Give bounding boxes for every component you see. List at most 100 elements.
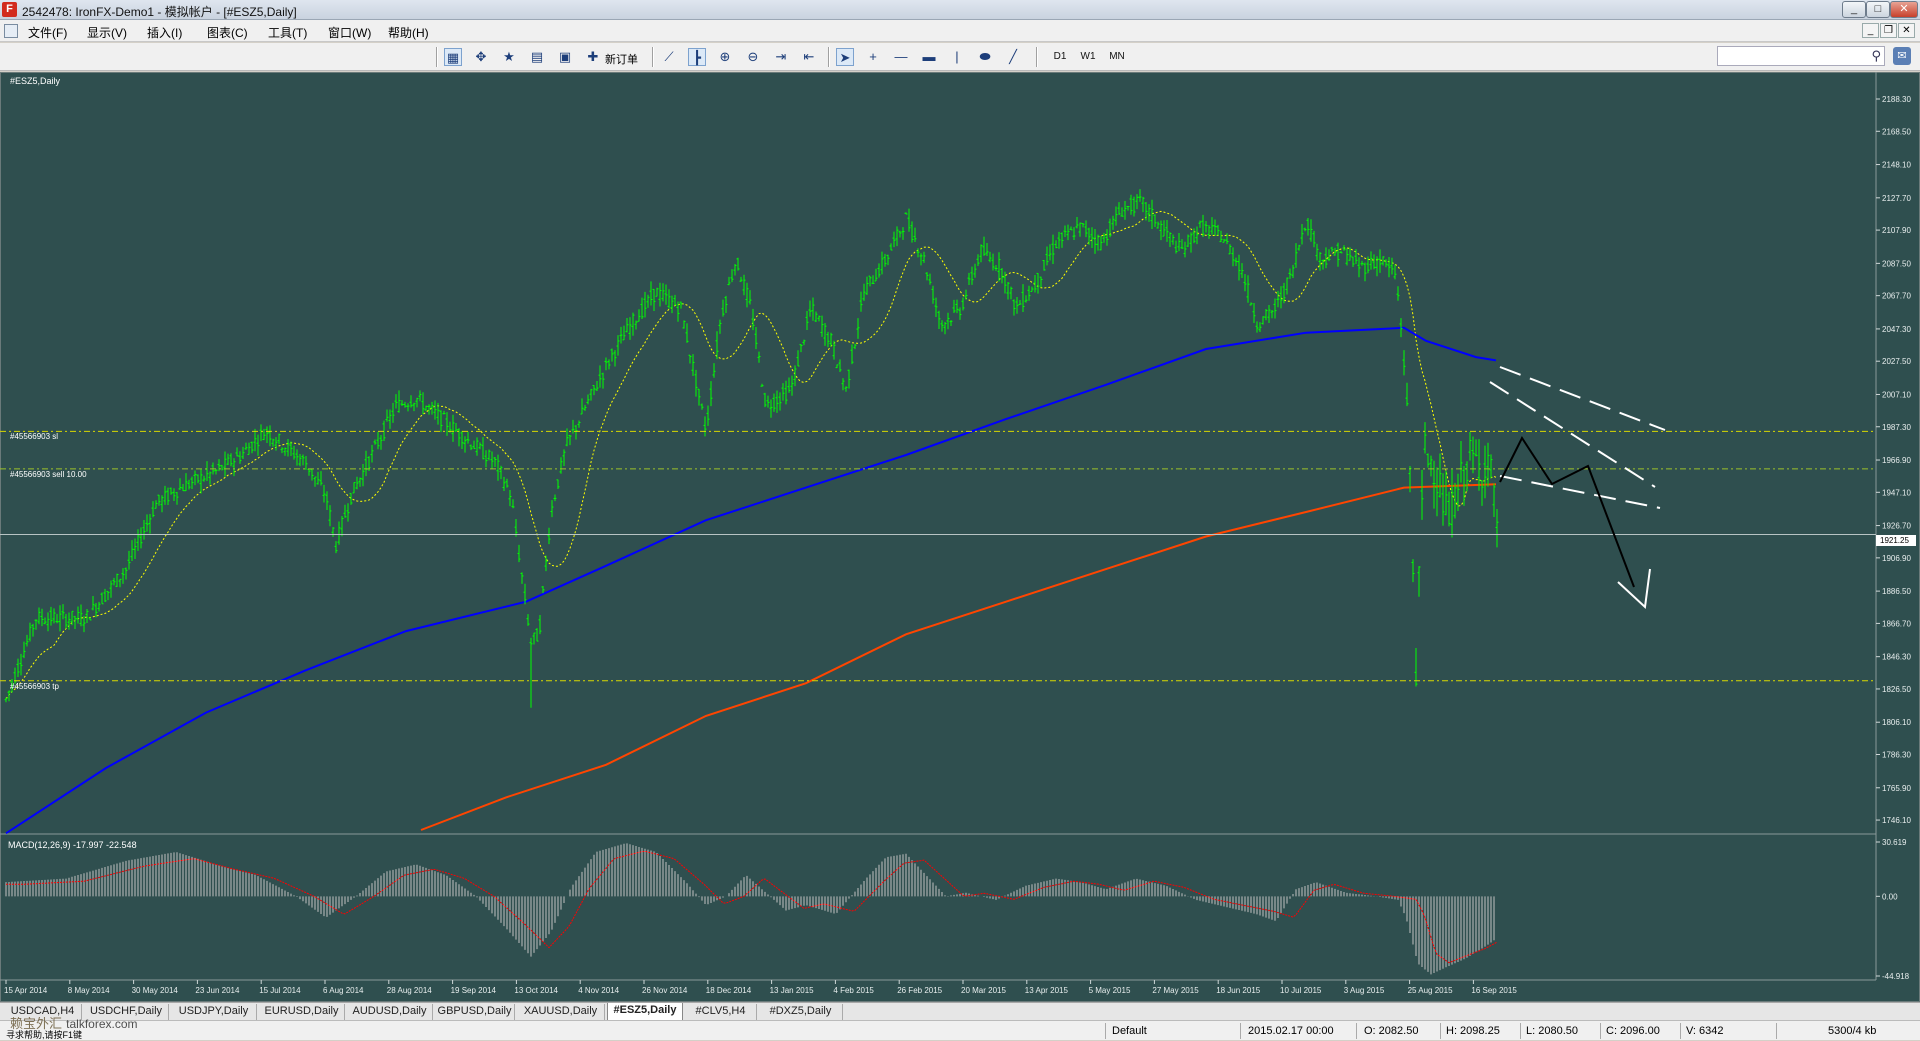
- price-tick-label: 1966.90: [1882, 456, 1911, 465]
- chat-icon[interactable]: ✉: [1893, 47, 1911, 65]
- mdi-close-button[interactable]: ✕: [1898, 23, 1915, 38]
- menu-file[interactable]: 文件(F): [28, 24, 67, 41]
- symbol-label: #ESZ5,Daily: [10, 76, 61, 86]
- date-tick-label: 30 May 2014: [132, 986, 179, 995]
- auto-scroll-icon[interactable]: ⇤: [800, 48, 818, 66]
- date-tick-label: 3 Aug 2015: [1344, 986, 1385, 995]
- ellipse-icon[interactable]: ⬬: [976, 48, 994, 66]
- cursor-icon[interactable]: ➤: [836, 48, 854, 66]
- new-chart-icon[interactable]: ▦: [444, 48, 462, 66]
- menu-view[interactable]: 显示(V): [87, 24, 127, 41]
- status-volume: V: 6342: [1686, 1025, 1724, 1037]
- tab-xauusd-daily[interactable]: XAUUSD,Daily: [517, 1004, 605, 1020]
- axes: 2188.30 2168.50 2148.10 2127.70 2107.90 2087.…: [4, 95, 1911, 995]
- price-bars: [4, 189, 1499, 708]
- projection-drawings[interactable]: [1489, 366, 1666, 610]
- date-tick-label: 28 Aug 2014: [387, 986, 432, 995]
- mdi-minimize-button[interactable]: _: [1862, 23, 1879, 38]
- menu-help[interactable]: 帮助(H): [388, 24, 429, 41]
- toolbar-separator: [436, 47, 438, 67]
- menu-window[interactable]: 窗口(W): [328, 24, 371, 41]
- price-tick-label: 1987.30: [1882, 423, 1911, 432]
- date-tick-label: 26 Nov 2014: [642, 986, 688, 995]
- status-datetime: 2015.02.17 00:00: [1248, 1025, 1334, 1037]
- price-tick-label: 2087.50: [1882, 259, 1911, 268]
- mdi-restore-button[interactable]: ❐: [1880, 23, 1897, 38]
- date-tick-label: 23 Jun 2014: [195, 986, 240, 995]
- market-watch-icon[interactable]: ★: [500, 48, 518, 66]
- ma-mid-line: [5, 326, 1497, 835]
- price-chart[interactable]: 2188.30 2168.50 2148.10 2127.70 2107.90 2087.…: [0, 72, 1920, 1002]
- zoom-out-icon[interactable]: ⊖: [744, 48, 762, 66]
- crosshair-profiles-icon[interactable]: ✥: [472, 48, 490, 66]
- price-tick-label: 1765.90: [1882, 784, 1911, 793]
- chart-window-icon[interactable]: [4, 24, 18, 38]
- menu-tools[interactable]: 工具(T): [268, 24, 307, 41]
- close-button[interactable]: ✕: [1890, 1, 1918, 18]
- tab-audusd-daily[interactable]: AUDUSD,Daily: [347, 1004, 433, 1020]
- order-lines[interactable]: [0, 430, 1876, 682]
- zoom-in-icon[interactable]: ⊕: [716, 48, 734, 66]
- price-tick-label: 2127.70: [1882, 194, 1911, 203]
- status-separator: [1440, 1023, 1441, 1039]
- date-tick-label: 13 Oct 2014: [514, 986, 558, 995]
- tab-usdjpy-daily[interactable]: USDJPY,Daily: [171, 1004, 257, 1020]
- price-tick-label: 2067.70: [1882, 292, 1911, 301]
- status-bar: 寻求帮助,请按F1键 Default 2015.02.17 00:00 O: 2…: [0, 1020, 1920, 1040]
- maximize-button[interactable]: □: [1866, 1, 1890, 18]
- price-tick-label: 1866.70: [1882, 619, 1911, 628]
- moving-averages: [5, 210, 1498, 835]
- watermark-en: talkforex.com: [66, 1017, 138, 1031]
- price-tick-label: 2107.90: [1882, 226, 1911, 235]
- timeframe-w1[interactable]: W1: [1078, 49, 1098, 65]
- tab-dxz5-daily[interactable]: #DXZ5,Daily: [759, 1004, 843, 1020]
- terminal-icon[interactable]: ▣: [556, 48, 574, 66]
- timeframe-mn[interactable]: MN: [1106, 49, 1128, 65]
- tab-clv5-h4[interactable]: #CLV5,H4: [685, 1004, 757, 1020]
- status-separator: [1356, 1023, 1357, 1039]
- menu-insert[interactable]: 插入(I): [147, 24, 182, 41]
- search-input[interactable]: ⚲: [1717, 46, 1885, 66]
- date-tick-label: 10 Jul 2015: [1280, 986, 1322, 995]
- status-separator: [1520, 1023, 1521, 1039]
- date-tick-label: 18 Dec 2014: [706, 986, 752, 995]
- price-tick-label: 1846.30: [1882, 653, 1911, 662]
- tab-eurusd-daily[interactable]: EURUSD,Daily: [259, 1004, 345, 1020]
- crosshair-icon[interactable]: +: [864, 48, 882, 66]
- date-tick-label: 20 Mar 2015: [961, 986, 1006, 995]
- chart-shift-icon[interactable]: ⇥: [772, 48, 790, 66]
- price-tick-label: 1806.10: [1882, 718, 1911, 727]
- tab-esz5-daily[interactable]: #ESZ5,Daily: [607, 1003, 683, 1021]
- status-separator: [1776, 1023, 1777, 1039]
- chart-grid: [0, 72, 1877, 981]
- bar-chart-icon[interactable]: ┣: [688, 48, 706, 66]
- navigator-icon[interactable]: ▤: [528, 48, 546, 66]
- toolbar-separator: [1036, 47, 1038, 67]
- macd-signal-line: [6, 850, 1498, 964]
- menu-charts[interactable]: 图表(C): [207, 24, 248, 41]
- date-tick-label: 25 Aug 2015: [1408, 986, 1453, 995]
- date-tick-label: 6 Aug 2014: [323, 986, 364, 995]
- tab-gbpusd-daily[interactable]: GBPUSD,Daily: [435, 1004, 515, 1020]
- app-logo-icon: F: [2, 2, 17, 17]
- chart-tabs: USDCAD,H4 USDCHF,Daily USDJPY,Daily EURUSD,…: [0, 1002, 1920, 1021]
- horizontal-line-icon[interactable]: —: [892, 48, 910, 66]
- macd-tick-label: 30.619: [1882, 838, 1907, 847]
- vertical-line-icon[interactable]: |: [948, 48, 966, 66]
- new-order-button[interactable]: 新订单: [605, 51, 638, 67]
- macd-label: MACD(12,26,9) -17.997 -22.548: [8, 840, 137, 850]
- date-tick-label: 18 Jun 2015: [1216, 986, 1261, 995]
- line-chart-icon[interactable]: ⟋: [660, 48, 678, 66]
- status-separator: [1240, 1023, 1241, 1039]
- timeframe-d1[interactable]: D1: [1050, 49, 1070, 65]
- price-tick-label: 1786.30: [1882, 751, 1911, 760]
- trendline-icon[interactable]: ╱: [1004, 48, 1022, 66]
- minimize-button[interactable]: _: [1842, 1, 1866, 18]
- rectangle-icon[interactable]: ▬: [920, 48, 938, 66]
- status-profile[interactable]: Default: [1112, 1025, 1147, 1037]
- current-price-label: 1921.25: [1880, 536, 1909, 545]
- search-icon[interactable]: ⚲: [1871, 48, 1881, 64]
- price-tick-label: 2027.50: [1882, 357, 1911, 366]
- date-tick-label: 4 Feb 2015: [833, 986, 874, 995]
- new-order-icon[interactable]: ✚: [584, 48, 602, 66]
